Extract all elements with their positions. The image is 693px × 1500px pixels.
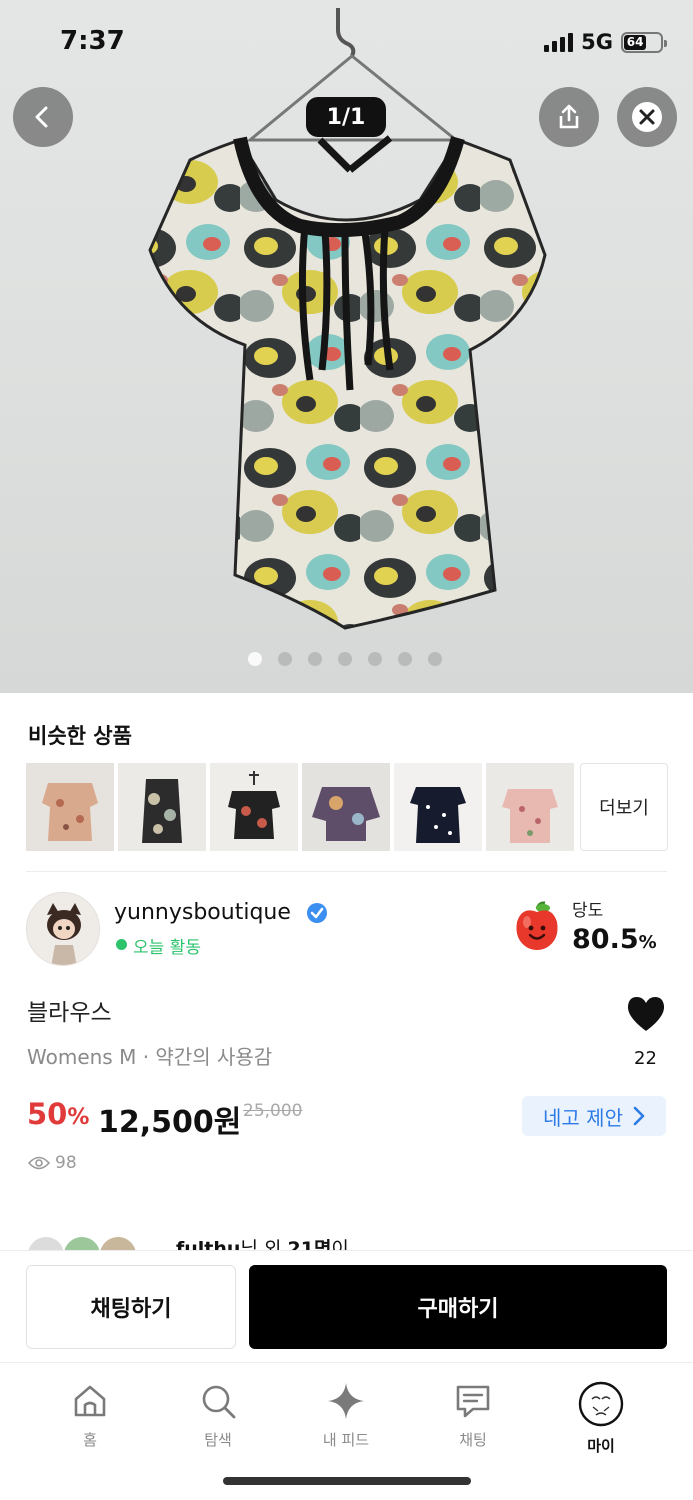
heart-icon[interactable] (625, 995, 667, 1033)
signal-icon (544, 32, 574, 52)
tab-label: 홈 (83, 1431, 97, 1449)
divider (26, 871, 667, 872)
page-dot[interactable] (398, 652, 412, 666)
seller-avatar[interactable] (26, 892, 100, 966)
battery-icon: 64 (621, 31, 667, 53)
like-count: 22 (634, 1048, 657, 1069)
tab-label: 탐색 (204, 1431, 232, 1449)
share-button[interactable] (539, 87, 599, 147)
search-icon (202, 1385, 236, 1419)
close-button[interactable] (617, 87, 677, 147)
sweetness-label: 당도 (572, 901, 604, 921)
profile-avatar-icon (578, 1381, 624, 1427)
tab-label: 내 피드 (322, 1431, 370, 1449)
eye-icon (28, 1156, 50, 1170)
tab-my[interactable]: 마이 (556, 1381, 646, 1456)
network-type: 5G (581, 30, 613, 54)
purchase-action-bar: 채팅하기 구매하기 (0, 1250, 693, 1362)
see-more-button[interactable]: 더보기 (580, 763, 668, 851)
chevron-left-icon (35, 106, 48, 128)
verified-badge-icon (307, 903, 327, 923)
status-time: 7:37 (60, 26, 125, 56)
home-indicator[interactable] (223, 1477, 471, 1485)
close-icon (632, 102, 662, 132)
tab-my-feed[interactable]: 내 피드 (301, 1381, 391, 1450)
sweetness-unit: % (638, 932, 657, 953)
home-icon (74, 1385, 106, 1417)
similar-item-2[interactable] (118, 763, 206, 851)
chat-icon (456, 1385, 490, 1418)
apple-sweetness-icon (516, 901, 558, 950)
sweetness-number: 80.5 (572, 924, 639, 955)
sparkle-icon (328, 1383, 364, 1419)
product-photo[interactable]: 7:37 5G 64 1/1 (0, 0, 693, 693)
make-offer-label: 네고 제안 (543, 1105, 623, 1130)
page-indicator (248, 652, 442, 666)
status-indicators: 5G 64 (544, 30, 667, 54)
tab-label: 채팅 (459, 1431, 487, 1449)
view-count: 98 (28, 1153, 77, 1173)
product-subtitle: Womens M · 약간의 사용감 (27, 1045, 273, 1069)
discount-rate: 50% (27, 1097, 89, 1131)
page-dot[interactable] (368, 652, 382, 666)
similar-products-title: 비슷한 상품 (28, 724, 132, 748)
similar-item-6[interactable] (486, 763, 574, 851)
original-price: 25,000 (243, 1101, 303, 1121)
similar-item-1[interactable] (26, 763, 114, 851)
tab-label: 마이 (587, 1437, 615, 1455)
discount-number: 50 (27, 1097, 68, 1131)
similar-products-list: 더보기 (26, 763, 668, 851)
activity-dot (116, 939, 127, 950)
chat-button[interactable]: 채팅하기 (26, 1265, 236, 1349)
back-button[interactable] (13, 87, 73, 147)
page-dot[interactable] (428, 652, 442, 666)
page-dot[interactable] (308, 652, 322, 666)
tab-chat[interactable]: 채팅 (428, 1381, 518, 1450)
battery-level: 64 (624, 34, 647, 50)
similar-item-3[interactable] (210, 763, 298, 851)
tab-home[interactable]: 홈 (45, 1381, 135, 1450)
product-title: 블라우스 (27, 1000, 112, 1026)
page-dot[interactable] (278, 652, 292, 666)
discount-unit: % (67, 1105, 90, 1130)
tab-explore[interactable]: 탐색 (173, 1381, 263, 1450)
page-dot[interactable] (338, 652, 352, 666)
sweetness-value: 80.5% (572, 924, 657, 955)
page-dot[interactable] (248, 652, 262, 666)
view-count-value: 98 (55, 1153, 77, 1173)
likers-preview[interactable]: fulthu님 외 21명이 (26, 1232, 667, 1252)
make-offer-button[interactable]: 네고 제안 (522, 1096, 666, 1136)
price: 12,500원 (98, 1105, 242, 1140)
share-icon (559, 104, 579, 129)
buy-button[interactable]: 구매하기 (249, 1265, 667, 1349)
seller-activity: 오늘 활동 (133, 938, 201, 958)
similar-item-4[interactable] (302, 763, 390, 851)
chevron-right-icon (633, 1106, 645, 1126)
seller-name[interactable]: yunnysboutique (114, 900, 291, 925)
image-counter: 1/1 (306, 97, 386, 137)
similar-item-5[interactable] (394, 763, 482, 851)
